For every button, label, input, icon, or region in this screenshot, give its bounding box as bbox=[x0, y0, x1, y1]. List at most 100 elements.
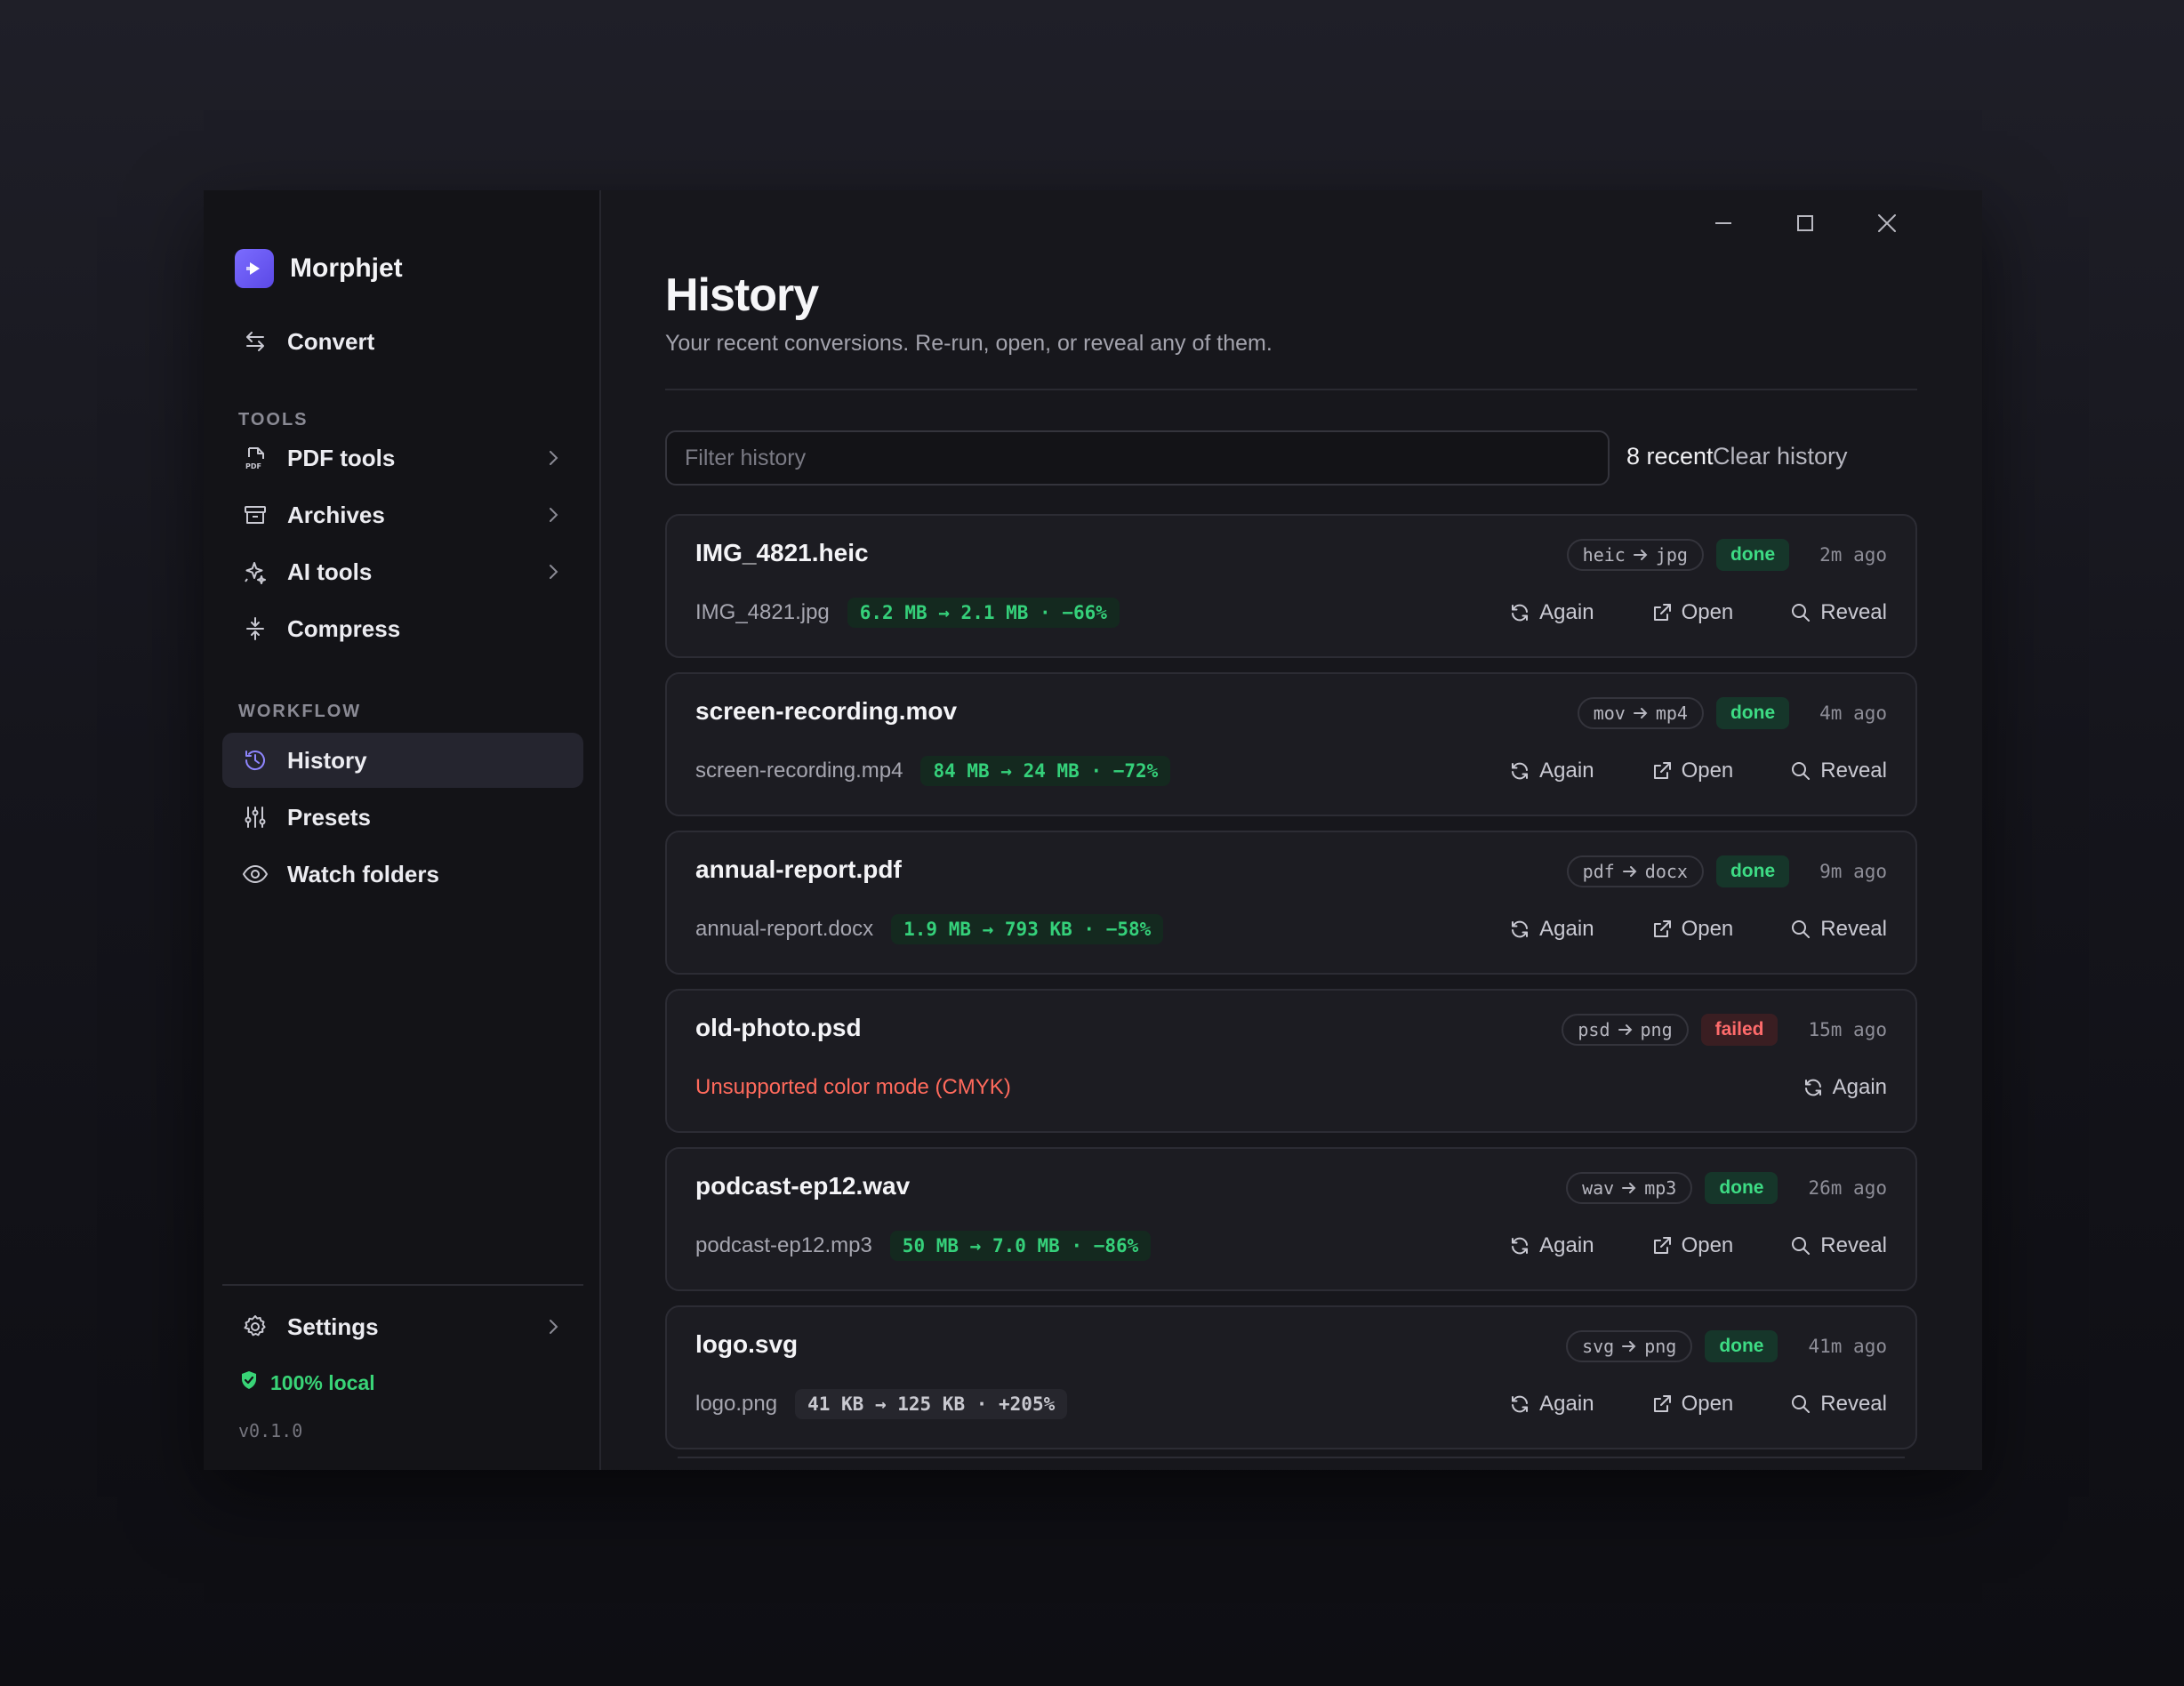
format-from: psd bbox=[1578, 1019, 1610, 1040]
status-badge: done bbox=[1715, 539, 1790, 571]
history-item[interactable]: screen-recording.mov mov mp4 done 4m ago… bbox=[665, 672, 1917, 816]
format-from: wav bbox=[1582, 1177, 1615, 1199]
history-item-time: 4m ago bbox=[1819, 702, 1887, 724]
reveal-button[interactable]: Reveal bbox=[1790, 1233, 1887, 1258]
nav-pdf-tools[interactable]: PDF PDF tools bbox=[222, 430, 583, 486]
status-badge: done bbox=[1705, 1330, 1779, 1362]
sparkle-icon bbox=[240, 557, 270, 587]
open-button[interactable]: Open bbox=[1651, 600, 1733, 625]
archive-box-icon bbox=[240, 500, 270, 530]
history-item[interactable]: podcast-ep12.wav wav mp3 done 26m ago po… bbox=[665, 1147, 1917, 1291]
pdf-file-icon: PDF bbox=[240, 443, 270, 473]
again-button[interactable]: Again bbox=[1509, 1392, 1594, 1417]
history-item-filename: old-photo.psd bbox=[695, 1014, 862, 1041]
reveal-label: Reveal bbox=[1820, 917, 1887, 941]
open-button[interactable]: Open bbox=[1651, 1233, 1733, 1258]
refresh-icon bbox=[1509, 760, 1530, 782]
search-icon bbox=[1790, 602, 1811, 623]
nav-presets[interactable]: Presets bbox=[222, 790, 583, 845]
maximize-button[interactable] bbox=[1785, 203, 1826, 244]
history-item-meta: heic jpg done 2m ago bbox=[1566, 539, 1887, 571]
again-button[interactable]: Again bbox=[1509, 917, 1594, 942]
external-link-icon bbox=[1651, 1393, 1673, 1415]
refresh-icon bbox=[1509, 1393, 1530, 1415]
recent-count: 8 recent bbox=[1626, 443, 1714, 470]
reveal-button[interactable]: Reveal bbox=[1790, 917, 1887, 942]
history-item-actions: Again bbox=[1803, 1075, 1887, 1100]
history-item-details: IMG_4821.jpg 6.2 MB → 2.1 MB · −66% Agai… bbox=[695, 596, 1887, 630]
nav-settings[interactable]: Settings bbox=[222, 1299, 583, 1354]
reveal-button[interactable]: Reveal bbox=[1790, 759, 1887, 783]
again-button[interactable]: Again bbox=[1509, 1233, 1594, 1258]
reveal-label: Reveal bbox=[1820, 759, 1887, 783]
format-conversion-badge: pdf docx bbox=[1566, 855, 1704, 887]
history-clock-icon bbox=[240, 745, 270, 775]
search-icon bbox=[1790, 1393, 1811, 1415]
history-item-time: 2m ago bbox=[1819, 544, 1887, 566]
history-item-time: 41m ago bbox=[1808, 1336, 1887, 1357]
status-badge: done bbox=[1715, 697, 1790, 729]
history-item-meta: pdf docx done 9m ago bbox=[1566, 855, 1887, 887]
format-from: pdf bbox=[1582, 861, 1615, 882]
again-label: Again bbox=[1832, 1075, 1887, 1099]
chevron-right-icon bbox=[542, 1316, 564, 1337]
header-divider bbox=[665, 389, 1917, 390]
nav-compress[interactable]: Compress bbox=[222, 601, 583, 656]
app-window: Morphjet Convert TOOLS PDF PDF tools Arc… bbox=[204, 190, 1982, 1470]
history-item-filename: screen-recording.mov bbox=[695, 697, 958, 725]
history-item[interactable]: annual-report.pdf pdf docx done 9m ago a… bbox=[665, 831, 1917, 975]
section-label-tools: TOOLS bbox=[238, 410, 309, 430]
history-item-details: logo.png 41 KB → 125 KB · +205% Again Op… bbox=[695, 1387, 1887, 1421]
format-conversion-badge: wav mp3 bbox=[1566, 1172, 1693, 1204]
open-label: Open bbox=[1681, 759, 1734, 783]
arrow-right-icon bbox=[1618, 1024, 1632, 1035]
format-to: mp3 bbox=[1644, 1177, 1677, 1199]
brand: Morphjet bbox=[235, 249, 403, 288]
reveal-label: Reveal bbox=[1820, 1392, 1887, 1416]
nav-history-label: History bbox=[287, 746, 367, 774]
status-badge: failed bbox=[1700, 1014, 1779, 1046]
minimize-button[interactable] bbox=[1703, 203, 1744, 244]
external-link-icon bbox=[1651, 919, 1673, 940]
output-filename: logo.png bbox=[695, 1392, 778, 1416]
clear-history-button[interactable]: Clear history bbox=[1713, 443, 1848, 470]
external-link-icon bbox=[1651, 602, 1673, 623]
nav-settings-label: Settings bbox=[287, 1313, 379, 1340]
nav-archives[interactable]: Archives bbox=[222, 487, 583, 542]
eye-icon bbox=[240, 859, 270, 889]
nav-watch-folders-label: Watch folders bbox=[287, 860, 439, 887]
format-to: png bbox=[1640, 1019, 1673, 1040]
history-item-actions: Again Open Reveal bbox=[1509, 917, 1887, 942]
again-label: Again bbox=[1539, 600, 1594, 624]
open-button[interactable]: Open bbox=[1651, 759, 1734, 783]
size-change-badge: 84 MB → 24 MB · −72% bbox=[920, 756, 1171, 786]
open-button[interactable]: Open bbox=[1651, 917, 1733, 942]
filter-history-input[interactable] bbox=[665, 430, 1610, 486]
again-button[interactable]: Again bbox=[1509, 759, 1594, 783]
history-item[interactable]: logo.svg svg png done 41m ago logo.png 4… bbox=[665, 1305, 1917, 1449]
nav-history[interactable]: History bbox=[222, 733, 583, 788]
chevron-right-icon bbox=[542, 447, 564, 469]
again-label: Again bbox=[1539, 917, 1594, 941]
history-item-actions: Again Open Reveal bbox=[1509, 600, 1887, 625]
nav-ai-tools[interactable]: AI tools bbox=[222, 544, 583, 599]
again-button[interactable]: Again bbox=[1803, 1075, 1887, 1100]
close-window-button[interactable] bbox=[1867, 203, 1907, 244]
reveal-button[interactable]: Reveal bbox=[1790, 600, 1887, 625]
arrow-right-icon bbox=[1622, 1183, 1636, 1193]
open-button[interactable]: Open bbox=[1651, 1392, 1733, 1417]
nav-watch-folders[interactable]: Watch folders bbox=[222, 847, 583, 902]
arrow-right-icon bbox=[1633, 708, 1648, 719]
nav-archives-label: Archives bbox=[287, 501, 385, 528]
app-logo-icon bbox=[235, 249, 274, 288]
reveal-button[interactable]: Reveal bbox=[1790, 1392, 1887, 1417]
error-message: Unsupported color mode (CMYK) bbox=[695, 1075, 1011, 1099]
history-item-details: podcast-ep12.mp3 50 MB → 7.0 MB · −86% A… bbox=[695, 1229, 1887, 1263]
nav-compress-label: Compress bbox=[287, 614, 401, 642]
size-change-badge: 50 MB → 7.0 MB · −86% bbox=[889, 1231, 1152, 1261]
sidebar: Morphjet Convert TOOLS PDF PDF tools Arc… bbox=[204, 190, 601, 1470]
history-item[interactable]: old-photo.psd psd png failed 15m ago Uns… bbox=[665, 989, 1917, 1133]
history-item[interactable]: IMG_4821.heic heic jpg done 2m ago IMG_4… bbox=[665, 514, 1917, 658]
nav-convert[interactable]: Convert bbox=[222, 314, 583, 369]
again-button[interactable]: Again bbox=[1509, 600, 1594, 625]
